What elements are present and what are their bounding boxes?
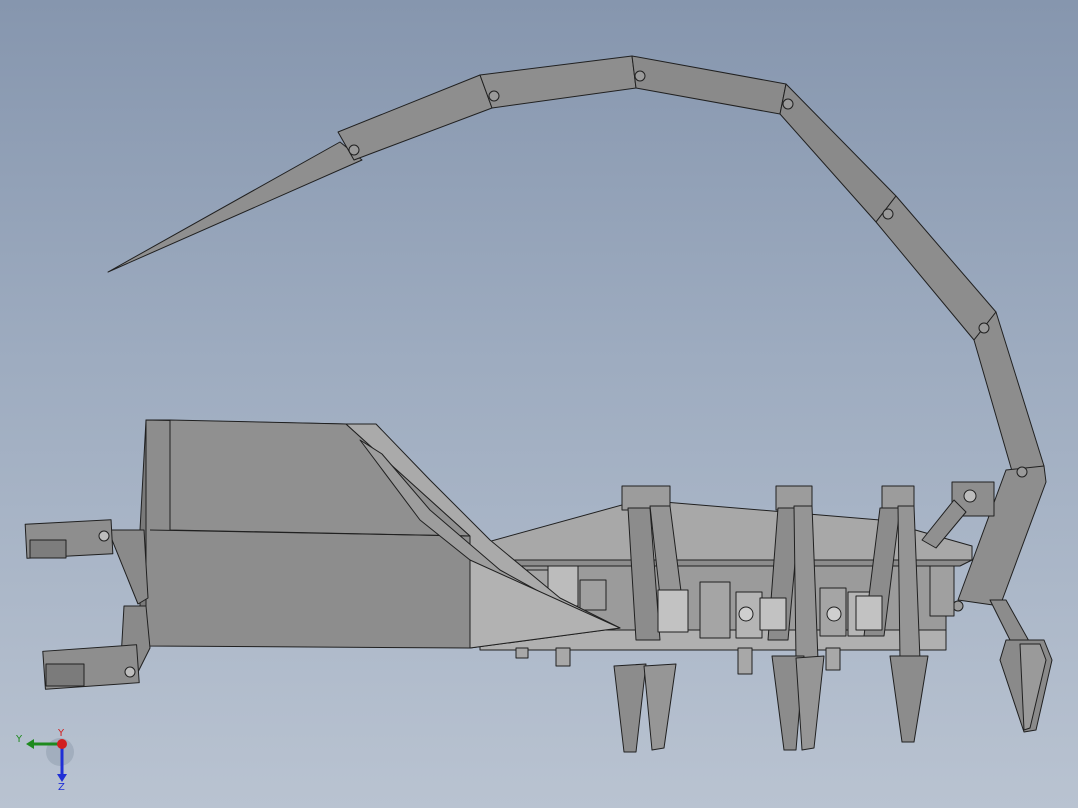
leg-foot[interactable] [643, 663, 677, 751]
leg-foot[interactable] [889, 655, 929, 743]
triad-z-arrow-icon [57, 774, 67, 782]
leg-foot[interactable] [613, 663, 647, 753]
frame-bracket[interactable] [699, 581, 731, 639]
tail-segment-1[interactable] [337, 74, 493, 161]
bottom-peg[interactable] [737, 647, 753, 675]
triad-x-label: Y [57, 728, 65, 739]
tail-joint-pin[interactable] [1016, 466, 1028, 478]
tail-joint-pin[interactable] [782, 98, 794, 110]
leg-knee-bracket[interactable] [855, 595, 883, 631]
body-side-plate[interactable] [469, 559, 973, 567]
bottom-peg[interactable] [555, 647, 571, 667]
tail-joint-pin[interactable] [488, 90, 500, 102]
graphics-viewport[interactable]: Y Y Z [0, 0, 1078, 808]
servo-gear[interactable] [738, 606, 754, 622]
claw-joint-pin[interactable] [98, 530, 110, 542]
claw-joint-pin[interactable] [124, 666, 136, 678]
servo-gear[interactable] [826, 606, 842, 622]
tail-joint-pin[interactable] [634, 70, 646, 82]
tail-joint-pin[interactable] [882, 208, 894, 220]
tail-segment-2[interactable] [479, 55, 637, 109]
tail-joint-pin[interactable] [348, 144, 360, 156]
view-orientation-triad-icon[interactable]: Y Y Z [12, 728, 76, 792]
tail-joint-pin[interactable] [978, 322, 990, 334]
triad-y-arrow-icon [26, 739, 34, 749]
frame-bracket[interactable] [929, 565, 955, 617]
leg-upper-link[interactable] [897, 505, 921, 661]
leg-knee-bracket[interactable] [657, 589, 689, 633]
claw-lower[interactable] [42, 605, 151, 690]
cad-model-scorpion-robot[interactable] [0, 0, 1078, 808]
tail-mount-pin[interactable] [963, 489, 977, 503]
leg-knee-bracket[interactable] [759, 597, 787, 631]
bottom-peg[interactable] [825, 647, 841, 671]
claw-upper-finger[interactable] [29, 539, 67, 559]
tail-segment-6[interactable] [973, 311, 1045, 479]
frame-bracket[interactable] [579, 579, 607, 611]
claw-upper[interactable] [24, 519, 149, 605]
triad-y-label: Y [15, 734, 23, 745]
bottom-peg[interactable] [515, 647, 529, 659]
tail-segment-5[interactable] [875, 195, 997, 341]
tail-segment-3[interactable] [631, 55, 787, 115]
leg-foot[interactable] [795, 655, 825, 751]
tail-stinger[interactable] [107, 141, 363, 273]
triad-x-axis-dot [57, 739, 67, 749]
claw-lower-finger[interactable] [45, 663, 85, 687]
claw-upper-arm[interactable] [107, 529, 149, 605]
triad-z-label: Z [58, 782, 65, 792]
tail-segment-4[interactable] [779, 83, 897, 223]
